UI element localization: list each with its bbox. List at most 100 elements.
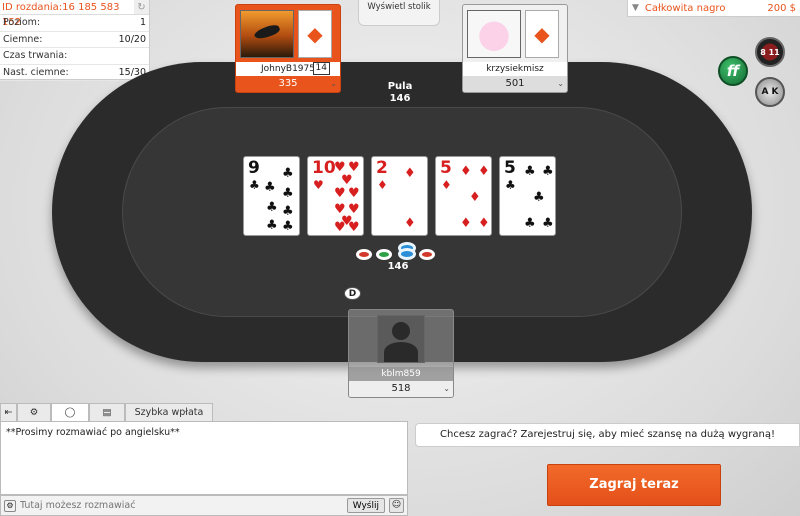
register-banner[interactable]: Chcesz zagrać? Zarejestruj się, aby mieć…: [415, 423, 800, 447]
info-label: Poziom:: [3, 17, 41, 28]
card-rank: 5: [504, 158, 516, 178]
pot-amount: 146: [389, 93, 411, 104]
card-back-icon: ◆: [525, 9, 559, 58]
chat-message: **Prosimy rozmawiać po angielsku**: [6, 427, 180, 438]
seat-johnyb1975[interactable]: ◆ JohnyB1975 14 335 ⌄: [235, 4, 341, 93]
pot-display: Pula 146: [370, 81, 430, 105]
card-suit: ♥: [313, 178, 324, 192]
community-card: 9 ♣ ♣ ♣ ♣ ♣ ♣ ♣ ♣: [243, 156, 300, 236]
chip-icon: [419, 249, 435, 260]
community-card: 5 ♣ ♣ ♣ ♣ ♣ ♣: [499, 156, 556, 236]
player-stack: 335 ⌄: [236, 76, 340, 92]
chat-tabs: ⇤ ⚙ ◯ ▤ Szybka wpłata: [0, 403, 213, 421]
info-row-duration: Czas trwania:: [0, 48, 149, 65]
seat-kblm859[interactable]: kblm859 518 ⌄: [348, 309, 454, 398]
chip-icon: [398, 248, 416, 260]
clubs-icon: ♣: [282, 204, 294, 219]
chat-options-icon[interactable]: ⚙: [4, 499, 16, 512]
diamonds-icon: ♦: [478, 216, 490, 231]
cards-game-icon[interactable]: A K: [755, 77, 785, 107]
chevron-down-icon[interactable]: ⌄: [330, 76, 337, 92]
player-stack: 501 ⌄: [463, 76, 567, 92]
chat-messages: **Prosimy rozmawiać po angielsku**: [0, 421, 408, 495]
total-prize-amount: 200 $: [767, 2, 796, 14]
total-prize-label: Całkowita nagro: [644, 2, 726, 14]
community-card: 10 ♥ ♥ ♥ ♥ ♥ ♥ ♥ ♥ ♥ ♥ ♥: [307, 156, 364, 236]
card-rank: 5: [440, 158, 452, 178]
seat-top: ◆: [463, 5, 567, 62]
player-stack: 518 ⌄: [349, 381, 453, 397]
ff-icon[interactable]: ff: [718, 56, 748, 86]
clubs-icon: ♣: [266, 218, 278, 233]
card-suit: ♦: [377, 178, 388, 192]
chat-input[interactable]: [20, 500, 343, 511]
clubs-icon: ♣: [542, 164, 554, 179]
card-suit: ♣: [505, 178, 516, 192]
total-prize-dropdown[interactable]: ▼ Całkowita nagro 200 $: [627, 0, 800, 17]
send-button[interactable]: Wyślij: [346, 498, 385, 513]
diamonds-icon: ♦: [469, 190, 481, 205]
refresh-icon[interactable]: ↻: [133, 0, 149, 14]
hand-id-row: ID rozdania:16 185 583 152 ↻: [0, 0, 149, 28]
info-row-blinds: Ciemne: 10/20: [0, 32, 149, 48]
player-name: JohnyB1975 14: [236, 62, 340, 76]
timer-badge: 14: [312, 62, 330, 75]
dealer-button: D: [344, 287, 361, 300]
info-label: Nast. ciemne:: [3, 66, 69, 78]
player-stack-amount: 335: [278, 78, 298, 89]
info-row-next-blinds: Nast. ciemne: 15/30: [0, 65, 149, 81]
card-rank: 9: [248, 158, 260, 178]
card-back-icon: ◆: [298, 9, 332, 58]
seat-top: ◆: [236, 5, 340, 62]
player-stack-amount: 501: [505, 78, 525, 89]
card-rank: 10: [312, 158, 336, 178]
card-rank: 2: [376, 158, 388, 178]
card-suit: ♣: [249, 178, 260, 192]
pot-label: Pula: [387, 81, 413, 92]
chevron-down-icon: ▼: [632, 3, 639, 13]
chip-icon: [356, 249, 372, 260]
avatar: [240, 9, 294, 58]
hand-info-panel: ID rozdania:16 185 583 152 ↻ Poziom: 1 C…: [0, 0, 150, 81]
hearts-icon: ♥: [334, 186, 346, 201]
chevron-down-icon[interactable]: ⌄: [443, 381, 450, 397]
card-suit: ♦: [441, 178, 452, 192]
emoji-icon[interactable]: ☺: [389, 498, 404, 513]
notes-icon[interactable]: ▤: [89, 403, 125, 421]
diamonds-icon: ♦: [460, 164, 472, 179]
view-table-button[interactable]: Wyświetl stolik: [358, 0, 440, 26]
chip-icon: [376, 249, 392, 260]
avatar: [467, 9, 521, 58]
community-cards: 9 ♣ ♣ ♣ ♣ ♣ ♣ ♣ ♣ 10 ♥ ♥ ♥ ♥ ♥ ♥ ♥ ♥ ♥ ♥…: [243, 156, 556, 236]
clubs-icon: ♣: [533, 190, 545, 205]
diamonds-icon: ♦: [460, 216, 472, 231]
clubs-icon: ♣: [282, 219, 294, 234]
seat-krzysiekmisz[interactable]: ◆ krzysiekmisz 501 ⌄: [462, 4, 568, 93]
chat-bubble-icon[interactable]: ◯: [51, 403, 89, 421]
info-row-level: Poziom: 1: [0, 15, 149, 32]
hearts-icon: ♥: [334, 220, 346, 235]
chat-input-row: ⚙ Wyślij ☺: [0, 495, 408, 516]
hearts-icon: ♥: [348, 186, 360, 201]
gear-icon[interactable]: ⚙: [17, 403, 51, 421]
chip-total: 146: [387, 261, 409, 272]
clubs-icon: ♣: [542, 216, 554, 231]
clubs-icon: ♣: [266, 200, 278, 215]
player-stack-amount: 518: [391, 383, 411, 394]
play-now-button[interactable]: Zagraj teraz: [547, 464, 721, 506]
clubs-icon: ♣: [282, 186, 294, 201]
exit-icon[interactable]: ⇤: [0, 403, 17, 421]
community-card: 2 ♦ ♦ ♦: [371, 156, 428, 236]
diamonds-icon: ♦: [404, 216, 416, 231]
diamonds-icon: ♦: [404, 166, 416, 181]
tab-quick-deposit[interactable]: Szybka wpłata: [125, 403, 213, 421]
info-label: Ciemne:: [3, 33, 43, 45]
diamonds-icon: ♦: [478, 164, 490, 179]
player-name-text: JohnyB1975: [261, 64, 315, 74]
seat-top: [349, 310, 453, 367]
clubs-icon: ♣: [524, 164, 536, 179]
info-value: 10/20: [118, 33, 146, 45]
community-card: 5 ♦ ♦ ♦ ♦ ♦ ♦: [435, 156, 492, 236]
chevron-down-icon[interactable]: ⌄: [557, 76, 564, 92]
roulette-icon[interactable]: 8 11: [755, 37, 785, 67]
